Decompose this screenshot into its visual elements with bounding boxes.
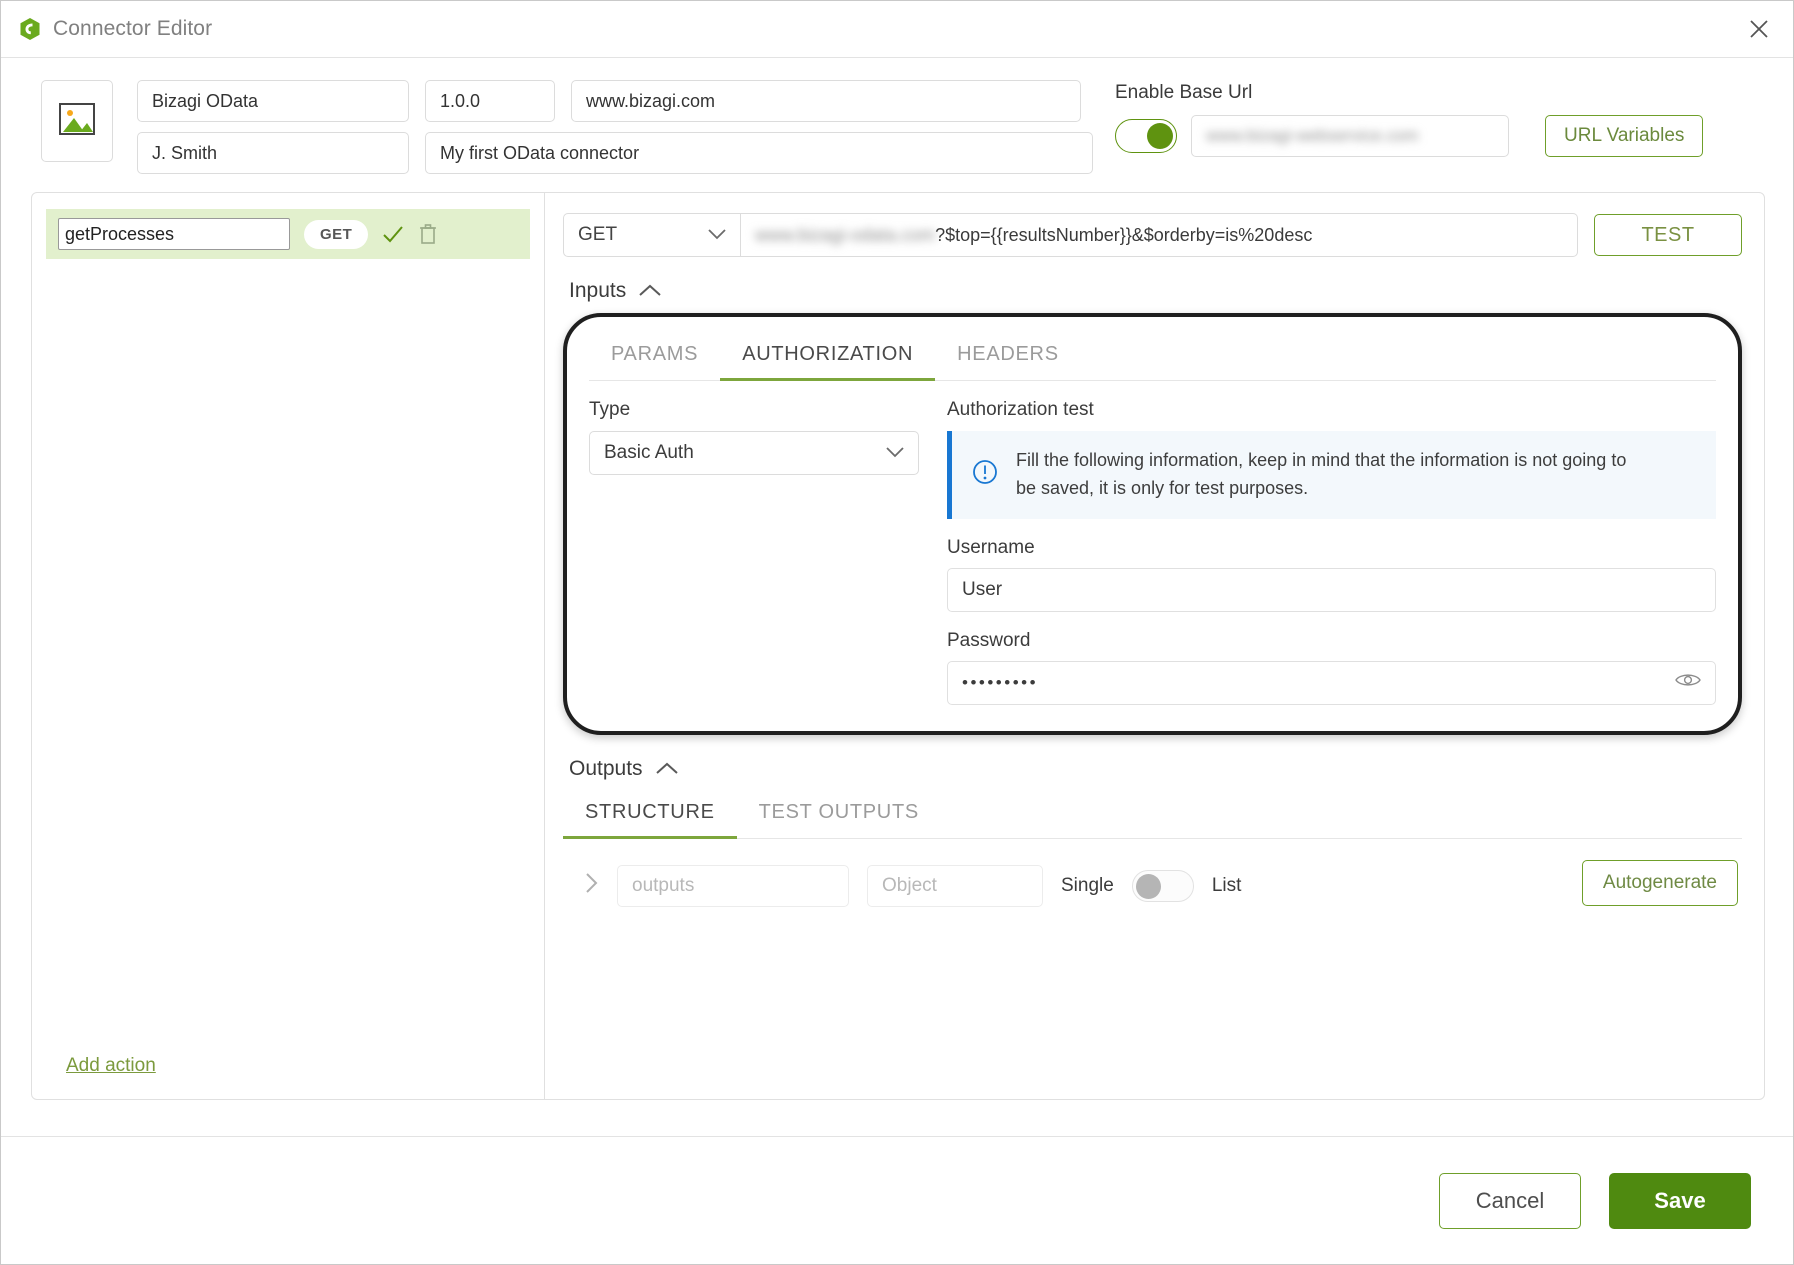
confirm-check-icon[interactable] xyxy=(382,224,404,244)
request-url-query: ?$top={{resultsNumber}}&$orderby=is%20de… xyxy=(935,224,1313,245)
website-input[interactable] xyxy=(571,80,1081,122)
outputs-section-header[interactable]: Outputs xyxy=(569,757,1742,781)
request-url-redacted: www.bizagi-odata.com xyxy=(755,224,936,245)
http-method-value: GET xyxy=(578,224,618,245)
description-input[interactable] xyxy=(425,132,1093,174)
username-label: Username xyxy=(947,536,1035,558)
list-label: List xyxy=(1211,874,1242,896)
test-request-button[interactable]: TEST xyxy=(1594,214,1742,256)
username-input[interactable]: User xyxy=(947,567,1716,612)
request-url-input[interactable]: www.bizagi-odata.com ?$top={{resultsNumb… xyxy=(741,213,1578,257)
action-list-item-getprocesses[interactable]: GET xyxy=(46,209,530,259)
bizagi-logo-icon xyxy=(19,17,41,41)
action-verb-badge: GET xyxy=(304,219,369,249)
cancel-button[interactable]: Cancel xyxy=(1439,1172,1581,1229)
title-bar: Connector Editor xyxy=(1,1,1793,58)
output-name-placeholder: outputs xyxy=(632,874,695,896)
chevron-down-icon xyxy=(708,224,726,246)
request-detail-panel: GET www.bizagi-odata.com ?$top={{results… xyxy=(545,193,1764,1099)
auth-type-column: Type Basic Auth xyxy=(589,399,919,705)
outputs-tabs: STRUCTURE TEST OUTPUTS xyxy=(563,789,1742,839)
output-structure-row: outputs Object Single List Autogenerate xyxy=(563,839,1742,907)
single-list-toggle[interactable] xyxy=(1131,869,1194,902)
inputs-card: PARAMS AUTHORIZATION HEADERS Type Basic … xyxy=(563,313,1742,735)
toggle-knob xyxy=(1135,873,1161,899)
save-button[interactable]: Save xyxy=(1609,1172,1751,1229)
autogenerate-button[interactable]: Autogenerate xyxy=(1581,859,1738,906)
tab-structure[interactable]: STRUCTURE xyxy=(563,789,737,839)
add-action-link[interactable]: Add action xyxy=(66,1055,156,1077)
request-row: GET www.bizagi-odata.com ?$top={{results… xyxy=(563,213,1742,257)
connector-name-input[interactable] xyxy=(137,80,409,122)
inputs-section-label: Inputs xyxy=(569,279,627,302)
auth-type-select[interactable]: Basic Auth xyxy=(589,431,919,475)
http-method-select[interactable]: GET xyxy=(563,213,741,257)
image-placeholder-icon xyxy=(57,101,97,142)
chevron-up-icon xyxy=(638,279,662,303)
enable-base-url-toggle[interactable] xyxy=(1115,119,1177,153)
toggle-knob xyxy=(1147,123,1173,149)
dialog-footer: Cancel Save xyxy=(1,1136,1793,1264)
info-circle-icon xyxy=(970,457,1000,492)
auth-type-label: Type xyxy=(589,399,631,420)
field-row-bottom xyxy=(137,132,1093,174)
password-value: ••••••••• xyxy=(962,672,1039,692)
tab-authorization[interactable]: AUTHORIZATION xyxy=(720,331,936,381)
auth-type-value: Basic Auth xyxy=(604,442,694,463)
connector-fields xyxy=(137,80,1093,174)
field-row-top xyxy=(137,80,1093,122)
password-input[interactable]: ••••••••• xyxy=(947,660,1716,705)
connector-editor-window: Connector Editor Bizagi OData 1.0.0 www.… xyxy=(0,0,1794,1265)
tab-test-outputs[interactable]: TEST OUTPUTS xyxy=(737,789,941,839)
enable-base-url-label: Enable Base Url xyxy=(1115,82,1253,103)
tab-params[interactable]: PARAMS xyxy=(589,331,720,381)
output-type-input[interactable]: Object xyxy=(867,864,1043,907)
auth-test-column: Authorization test Fill the following in… xyxy=(947,399,1716,705)
base-url-input[interactable]: www.bizagi-webservice.com xyxy=(1191,115,1509,157)
password-label: Password xyxy=(947,629,1031,651)
author-input[interactable] xyxy=(137,132,409,174)
expand-chevron-right-icon[interactable] xyxy=(585,872,599,900)
username-value: User xyxy=(962,578,1003,600)
base-url-block: Enable Base Url www.bizagi-webservice.co… xyxy=(1115,80,1704,157)
base-url-row: www.bizagi-webservice.com URL Variables xyxy=(1115,115,1704,157)
authorization-body: Type Basic Auth Authorization test Fill … xyxy=(589,381,1716,705)
actions-panel: GET Add action xyxy=(32,193,545,1099)
base-url-redacted-text: www.bizagi-webservice.com xyxy=(1206,126,1419,145)
close-icon[interactable] xyxy=(1741,11,1777,47)
single-label: Single xyxy=(1061,874,1114,896)
output-name-input[interactable]: outputs xyxy=(617,864,849,907)
authorization-info-message: Fill the following information, keep in … xyxy=(1016,450,1627,498)
outputs-section-label: Outputs xyxy=(569,756,643,780)
authorization-info-box: Fill the following information, keep in … xyxy=(947,431,1716,519)
authorization-test-label: Authorization test xyxy=(947,399,1094,420)
tab-headers[interactable]: HEADERS xyxy=(935,331,1081,381)
version-input[interactable] xyxy=(425,80,555,122)
connector-image-picker[interactable] xyxy=(41,80,113,162)
url-variables-button[interactable]: URL Variables xyxy=(1545,115,1704,157)
editor-body: GET Add action xyxy=(31,192,1765,1100)
delete-trash-icon[interactable] xyxy=(418,223,438,245)
chevron-up-icon xyxy=(655,757,679,781)
window-title: Connector Editor xyxy=(53,17,213,40)
show-password-eye-icon[interactable] xyxy=(1675,671,1701,694)
output-type-placeholder: Object xyxy=(882,874,937,896)
connector-header-form: Enable Base Url www.bizagi-webservice.co… xyxy=(1,58,1793,192)
inputs-section-header[interactable]: Inputs xyxy=(569,279,1742,303)
inputs-tabs: PARAMS AUTHORIZATION HEADERS xyxy=(589,331,1716,381)
chevron-down-icon xyxy=(886,442,904,464)
action-name-input[interactable] xyxy=(58,218,290,250)
